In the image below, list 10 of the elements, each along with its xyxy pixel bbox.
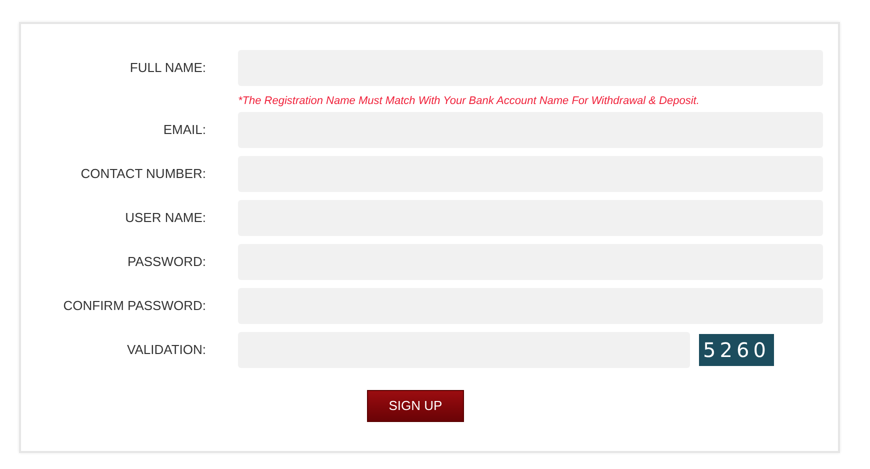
field-label: FULL NAME: [128,59,206,78]
name-notice: *The Registration Name Must Match With Your Bank Account Name For Withdrawal & Deposit. [238,94,700,108]
field-label: CONTACT NUMBER: [80,165,206,184]
captcha-image: 5260 [699,334,774,366]
field-label: CONFIRM PASSWORD: [62,297,206,316]
field-label: VALIDATION: [126,341,206,360]
sign-up-button[interactable]: SIGN UP [367,390,464,422]
field-label: PASSWORD: [126,253,206,272]
field-label: USER NAME: [124,209,206,228]
field-label: EMAIL: [162,121,206,140]
